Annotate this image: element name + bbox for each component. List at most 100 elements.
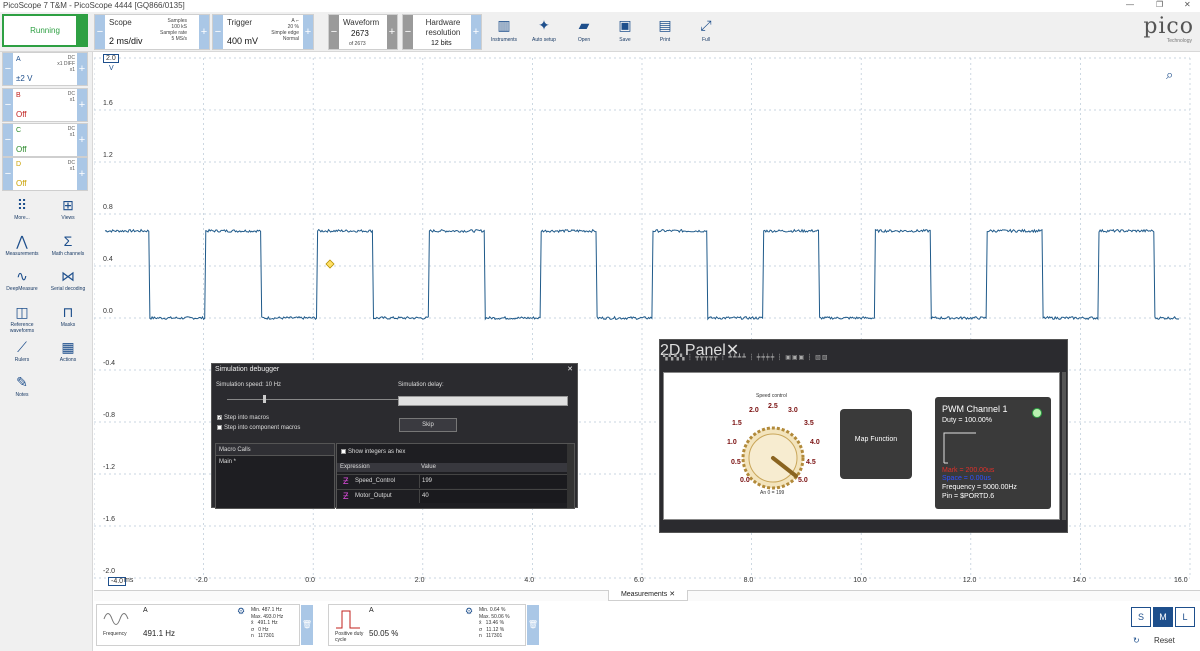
pwm-duty: Duty = 100.00%	[942, 417, 993, 424]
sim-speed-slider-track[interactable]	[227, 399, 401, 400]
expression-column-header: Expression	[340, 464, 370, 470]
open-button[interactable]: ▰ Open	[565, 14, 603, 50]
sim-speed-slider-thumb[interactable]	[263, 395, 266, 403]
waveform-prev-button[interactable]: −	[329, 15, 339, 49]
run-stop-button[interactable]: Running	[2, 14, 88, 47]
channel-a-control[interactable]: − A ±2 V DC x1 DIFF x1 +	[2, 52, 88, 86]
y-tick-label: -0.4	[103, 360, 116, 367]
show-hex-checkbox[interactable]: Show integers as hex	[341, 449, 405, 455]
watch-row[interactable]: Ƶ Speed_Control 199	[337, 474, 567, 488]
channel-c-decrease-button[interactable]: −	[3, 124, 13, 156]
delete-measurement-button[interactable]: 🗑	[301, 605, 313, 645]
timebase-value[interactable]: 2 ms/div	[109, 36, 143, 46]
measurements-tab-label: Measurements	[620, 591, 668, 598]
save-button[interactable]: ▣ Save	[606, 14, 644, 50]
pwm-space: Space = 0.00us	[942, 475, 991, 482]
more-button[interactable]: ⠿ More...	[0, 197, 44, 221]
full-screen-button[interactable]: ⤢ Full	[687, 14, 725, 50]
timebase-increase-button[interactable]: +	[199, 15, 209, 49]
notes-button[interactable]: ✎ Notes	[0, 374, 44, 398]
deepmeasure-button[interactable]: ∿ DeepMeasure	[0, 268, 44, 292]
reference-waveforms-button[interactable]: ◫ Reference waveforms	[0, 304, 44, 334]
dial-label: 1.0	[727, 439, 737, 446]
waveform-next-button[interactable]: +	[387, 15, 397, 49]
masks-button[interactable]: ⊓ Masks	[46, 304, 90, 328]
measurements-label: Measurements	[5, 251, 39, 257]
2d-panel-canvas[interactable]: Speed control 0.0 0.5 1.0 1.5 2.0 2.5 3.…	[663, 372, 1060, 520]
channel-b-state[interactable]: Off	[16, 110, 27, 119]
save-label: Save	[619, 37, 631, 43]
print-button[interactable]: ▤ Print	[646, 14, 684, 50]
trigger-increase-button[interactable]: +	[303, 15, 313, 49]
sim-debugger-titlebar[interactable]: Simulation debugger ✕	[212, 364, 577, 376]
rulers-button[interactable]: ⟋ Rulers	[0, 339, 44, 363]
channel-b-control[interactable]: − B Off DC x1 +	[2, 88, 88, 122]
channel-b-increase-button[interactable]: +	[77, 89, 87, 121]
reference-waveform-icon: ◫	[15, 304, 29, 320]
channel-d-state[interactable]: Off	[16, 179, 27, 188]
watch-row[interactable]: Ƶ Motor_Output 40	[337, 489, 567, 503]
waveform-number[interactable]: 2673	[351, 29, 369, 38]
variable-value[interactable]: 40	[419, 490, 567, 503]
macro-calls-panel: Macro Calls Main *	[215, 443, 335, 509]
watch-scrollbar[interactable]	[567, 444, 574, 508]
view-size-large-button[interactable]: L	[1175, 607, 1195, 627]
channel-d-control[interactable]: − D Off DC x1 +	[2, 157, 88, 191]
close-tab-icon[interactable]: ✕	[669, 591, 675, 598]
step-into-macros-checkbox[interactable]: ✓ Step into macros	[217, 415, 269, 421]
macro-call-item[interactable]: Main *	[216, 459, 334, 465]
channel-a-decrease-button[interactable]: −	[3, 53, 13, 85]
step-into-component-checkbox[interactable]: Step into component macros	[217, 425, 300, 431]
measurement-duty-cycle[interactable]: A Positive duty cycle 50.05 % ⚙ Min. 0.6…	[328, 604, 539, 646]
channel-d-decrease-button[interactable]: −	[3, 158, 13, 190]
measurements-button[interactable]: ⋀ Measurements	[0, 233, 44, 257]
2d-panel-toolbar[interactable]: ▚▚▚▚ ┆ ┳┳┳┳┳ ┆ ┻┻┻┻ ┆ ┿┿┿┿ ┆ ▣▣▣ ┆ ▧▧	[663, 354, 1063, 366]
view-size-medium-button[interactable]: M	[1153, 607, 1173, 627]
close-window-button[interactable]: ✕	[1184, 0, 1191, 9]
resolution-value[interactable]: 12 bits	[431, 40, 452, 47]
view-size-small-button[interactable]: S	[1131, 607, 1151, 627]
zoom-icon[interactable]: ⌕	[1166, 67, 1173, 83]
channel-d-increase-button[interactable]: +	[77, 158, 87, 190]
serial-decoding-button[interactable]: ⋈ Serial decoding	[46, 268, 90, 292]
instruments-button[interactable]: ▥ Instruments	[485, 14, 523, 50]
rulers-label: Rulers	[14, 357, 30, 363]
measurement-frequency[interactable]: A Frequency 491.1 Hz ⚙ Min. 487.1 Hz Max…	[96, 604, 313, 646]
y-tick-label: 2.0	[103, 54, 119, 63]
views-button[interactable]: ⊞ Views	[46, 197, 90, 221]
more-dots-icon: ⠿	[16, 197, 28, 213]
auto-setup-button[interactable]: ✦ Auto setup	[525, 14, 563, 50]
sim-delay-bar[interactable]	[398, 396, 568, 406]
timebase-decrease-button[interactable]: −	[95, 15, 105, 49]
measurement-channel: A	[369, 607, 374, 614]
2d-panel-scrollbar[interactable]	[1062, 372, 1066, 520]
minimize-button[interactable]: —	[1126, 0, 1134, 9]
trigger-decrease-button[interactable]: −	[213, 15, 223, 49]
printer-icon: ▤	[658, 17, 672, 33]
channel-c-control[interactable]: − C Off DC x1 +	[2, 123, 88, 157]
channel-a-range[interactable]: ±2 V	[16, 74, 32, 83]
math-channels-button[interactable]: Σ Math channels	[46, 233, 90, 257]
reset-button[interactable]: ↻ Reset	[1133, 636, 1175, 645]
trigger-mode[interactable]: Normal	[283, 36, 299, 42]
tab-measurements[interactable]: Measurements ✕	[608, 590, 688, 601]
close-icon[interactable]: ✕	[567, 364, 573, 376]
channel-c-increase-button[interactable]: +	[77, 124, 87, 156]
gear-icon[interactable]: ⚙	[465, 606, 473, 617]
y-tick-label: 1.6	[103, 100, 113, 107]
resolution-increase-button[interactable]: +	[471, 15, 481, 49]
channel-c-state[interactable]: Off	[16, 145, 27, 154]
skip-button[interactable]: Skip	[399, 418, 457, 432]
channel-a-increase-button[interactable]: +	[77, 53, 87, 85]
trigger-level-value[interactable]: 400 mV	[227, 36, 258, 46]
2d-panel-window[interactable]: 2D Panel✕ ▚▚▚▚ ┆ ┳┳┳┳┳ ┆ ┻┻┻┻ ┆ ┿┿┿┿ ┆ ▣…	[659, 339, 1068, 533]
channel-b-decrease-button[interactable]: −	[3, 89, 13, 121]
map-function-button[interactable]: Map Function	[840, 409, 912, 479]
resolution-decrease-button[interactable]: −	[403, 15, 413, 49]
delete-measurement-button[interactable]: 🗑	[527, 605, 539, 645]
variable-value[interactable]: 199	[419, 475, 567, 488]
restore-button[interactable]: ❐	[1156, 0, 1163, 9]
gear-icon[interactable]: ⚙	[237, 606, 245, 617]
actions-button[interactable]: ▦ Actions	[46, 339, 90, 363]
simulation-debugger-window[interactable]: Simulation debugger ✕ Simulation speed: 1…	[211, 363, 578, 509]
